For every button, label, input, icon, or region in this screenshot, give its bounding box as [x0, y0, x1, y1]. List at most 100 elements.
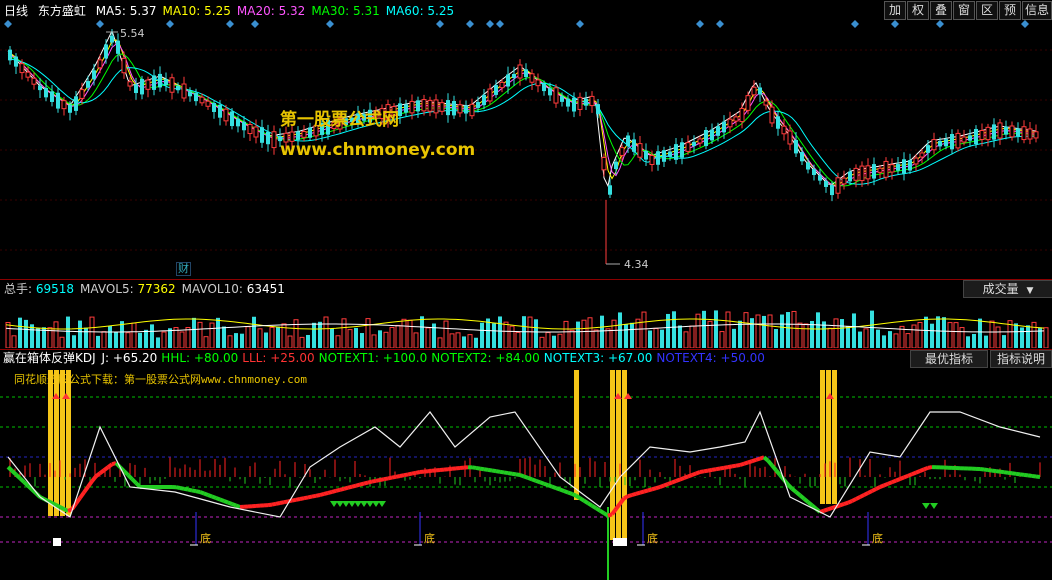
volume-bar: [984, 335, 988, 348]
kdj-segment: [59, 505, 65, 511]
kdj-segment: [203, 491, 209, 497]
volume-bar: [257, 328, 263, 348]
volume-bar: [371, 334, 377, 348]
kdj-segment: [927, 465, 933, 470]
volume-bar: [714, 310, 718, 348]
indicator-header: 赢在箱体反弹KDJ J: +65.20 HHL: +80.00 LLL: +25.0…: [3, 350, 769, 366]
kdj-segment: [299, 496, 305, 501]
kdj-segment: [495, 469, 501, 474]
kdj-segment: [602, 511, 610, 518]
kdj-segment: [355, 482, 361, 488]
kdj-segment: [627, 493, 633, 499]
kdj-segment: [122, 469, 130, 477]
indicator-help-button[interactable]: 指标说明: [990, 350, 1052, 368]
volume-bar: [750, 318, 754, 348]
kdj-segment: [359, 481, 365, 487]
volume-bar: [89, 316, 95, 348]
signal-diamond: [486, 20, 494, 28]
candle-body: [704, 130, 708, 146]
volume-bar: [653, 328, 659, 348]
kdj-segment: [479, 466, 485, 472]
kdj-segment: [891, 478, 897, 485]
cai-badge[interactable]: 财: [176, 262, 191, 276]
candle-body: [680, 142, 684, 158]
kdj-segment: [271, 501, 277, 507]
price-chart[interactable]: [0, 0, 1052, 280]
candle-body: [596, 104, 600, 115]
indicator-name[interactable]: 赢在箱体反弹KDJ: [3, 351, 96, 365]
volume-bar: [882, 335, 886, 348]
volume-bar: [101, 331, 107, 348]
volume-bar: [407, 319, 413, 348]
down-arrow-icon: [378, 501, 386, 507]
kdj-segment: [319, 492, 325, 497]
best-indicator-button[interactable]: 最优指标: [910, 350, 988, 368]
volume-bar: [365, 318, 371, 348]
volume-bar: [474, 337, 478, 348]
kdj-segment: [1027, 473, 1033, 478]
kdj-segment: [711, 467, 717, 472]
volume-chart[interactable]: [0, 296, 1052, 348]
volume-bar: [341, 318, 347, 348]
volume-bar: [719, 331, 725, 348]
volume-bar: [930, 323, 934, 348]
volume-bar: [942, 317, 946, 348]
candle-body: [919, 152, 925, 158]
kdj-segment: [663, 482, 669, 488]
kdj-segment: [1035, 474, 1041, 479]
candle-body: [961, 136, 967, 143]
kdj-segment: [867, 489, 873, 495]
candle-body: [31, 77, 37, 85]
candle-body: [127, 81, 133, 87]
candle-body: [662, 150, 666, 162]
kdj-segment: [511, 471, 517, 477]
volume-bar: [557, 333, 563, 348]
volume-bar: [150, 324, 154, 348]
kdj-segment: [1007, 470, 1013, 476]
volume-bar: [762, 315, 766, 348]
signal-diamond: [96, 20, 104, 28]
volume-bar: [335, 335, 341, 348]
candle-body: [896, 164, 900, 171]
kdj-segment: [915, 469, 921, 475]
volume-bar: [168, 328, 172, 348]
candle-body: [938, 140, 942, 147]
kdj-segment: [295, 497, 301, 502]
volume-bar: [318, 321, 322, 348]
j-line: [7, 410, 1041, 518]
volume-bar: [11, 335, 17, 348]
candle-body: [38, 85, 42, 91]
kdj-segment: [126, 473, 134, 481]
kdj-segment: [67, 507, 73, 513]
volume-bar: [774, 329, 778, 348]
volume-bar: [84, 327, 88, 348]
candle-body: [985, 126, 991, 141]
candle-body: [674, 144, 678, 160]
volume-bar: [420, 316, 424, 348]
kdj-segment: [715, 466, 721, 472]
kdj-segment: [607, 512, 613, 518]
kdj-segment: [223, 499, 229, 505]
volume-bar: [743, 312, 749, 348]
candle-body: [1016, 128, 1020, 137]
kdj-segment: [594, 506, 602, 513]
volume-bar: [78, 320, 82, 348]
candle-body: [566, 98, 570, 107]
volume-bar: [161, 331, 167, 348]
candle-body: [404, 104, 408, 113]
kdj-segment: [491, 468, 497, 474]
kdj-segment: [987, 468, 993, 473]
kdj-segment: [790, 487, 798, 494]
kdj-segment: [911, 470, 917, 477]
signal-diamond: [326, 20, 334, 28]
candle-body: [889, 164, 895, 173]
volume-bar: [287, 335, 293, 348]
kdj-segment: [199, 490, 205, 496]
candle-body: [859, 165, 865, 182]
candle-body: [176, 85, 180, 91]
kdj-segment: [219, 497, 225, 503]
indicator-chart[interactable]: 底底底底: [0, 367, 1052, 580]
volume-bar: [587, 317, 593, 348]
volume-bar: [449, 333, 455, 348]
signal-diamond: [166, 20, 174, 28]
